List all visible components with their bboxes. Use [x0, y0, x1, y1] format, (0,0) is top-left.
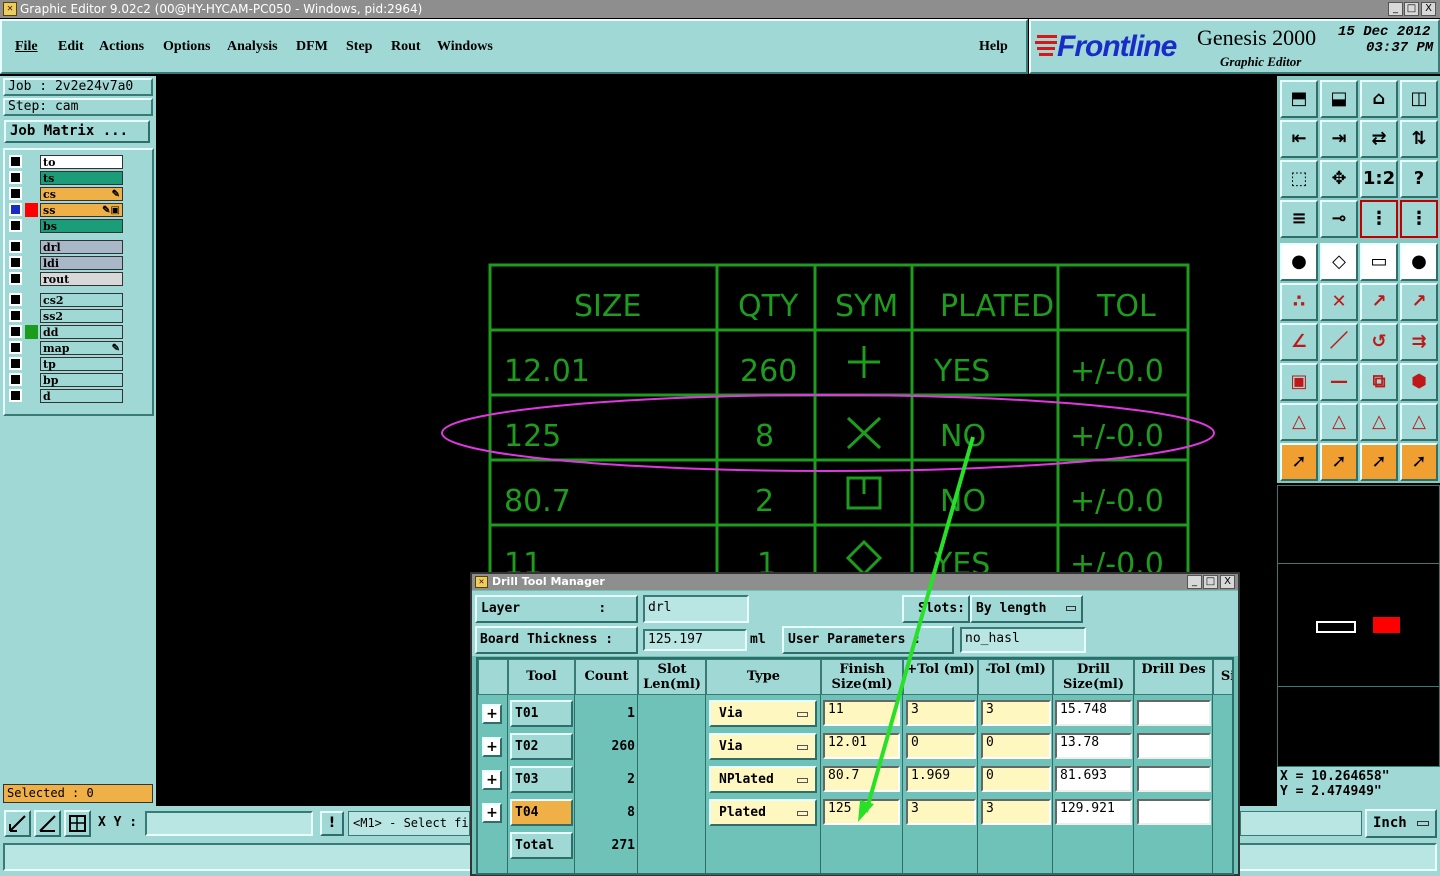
arrow-head-icon	[858, 800, 874, 822]
annotation-arrow	[858, 436, 975, 822]
